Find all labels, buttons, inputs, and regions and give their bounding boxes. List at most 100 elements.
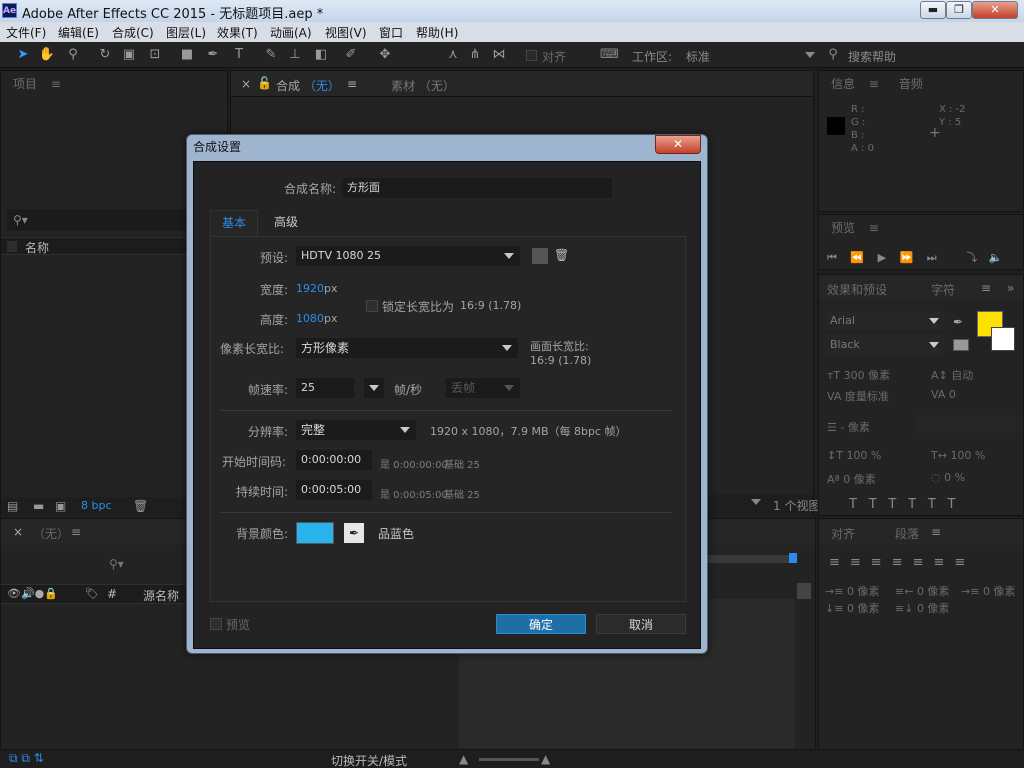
stroke-type-select[interactable] [915,415,1017,433]
new-comp-icon[interactable]: ▣ [55,499,66,513]
help-search-input[interactable]: 搜索帮助 [848,48,896,65]
brush-tool-icon[interactable]: ✎ [262,46,280,64]
text-style-buttons[interactable]: TTTTTT [849,497,968,512]
duration-input[interactable]: 0:00:05:00 [296,480,372,500]
font-style-select[interactable]: Black [825,335,945,355]
audio-tab[interactable]: 音频 [899,77,923,91]
timeline-menu-icon[interactable]: ≡ [71,525,81,539]
first-line-field[interactable]: →≡ 0 像素 [961,583,1015,599]
clone-stamp-tool-icon[interactable]: ⊥ [286,46,304,64]
preview-menu-icon[interactable]: ≡ [869,221,879,235]
ok-button[interactable]: 确定 [496,614,586,634]
selection-tool-icon[interactable]: ➤ [14,46,32,64]
footer-toggle-icons[interactable]: ⧉ ⧉ ⇅ [9,751,44,766]
play-icon[interactable]: ▶ [878,251,886,264]
workspace-select[interactable]: 标准 [686,48,710,65]
menu-effect[interactable]: 效果(T) [217,24,258,41]
zoom-tool-icon[interactable]: ⚲ [64,46,82,64]
swap-color-icon[interactable] [953,339,969,351]
source-name-header[interactable]: 源名称 [143,587,179,604]
bg-color-swatch[interactable] [296,522,334,544]
character-tab[interactable]: 字符 [931,281,955,298]
name-column-header[interactable]: 名称 [25,239,49,256]
resolution-select[interactable]: 完整 [296,420,416,440]
advanced-tab[interactable]: 高级 [260,210,312,236]
workspace-dropdown-icon[interactable] [805,52,815,58]
indent-right-field[interactable]: ≡← 0 像素 [895,583,949,599]
menu-edit[interactable]: 编辑(E) [58,24,99,41]
pen-tool-icon[interactable]: ✒ [204,46,222,64]
menu-help[interactable]: 帮助(H) [416,24,458,41]
timeline-close-icon[interactable]: × [13,525,23,539]
effects-presets-tab[interactable]: 效果和预设 [827,281,887,298]
last-frame-icon[interactable]: ⏭ [927,251,937,264]
comp-name-input[interactable]: 方形面 [342,178,612,198]
av-switches-icon[interactable]: 👁🔊●🔒 [7,587,58,600]
new-folder-icon[interactable]: ▬ [33,499,44,513]
menu-animation[interactable]: 动画(A) [270,24,312,41]
audio-icon[interactable]: 🔈 [989,251,1003,264]
puppet-pin-tool-icon[interactable]: ✥ [376,46,394,64]
axis-world-icon[interactable]: ⋔ [466,46,484,64]
justify-buttons[interactable]: ≡≡≡≡≡≡≡ [829,555,975,570]
close-window-button[interactable]: ✕ [972,1,1018,19]
footage-tab[interactable]: 素材 （无） [391,77,455,94]
leading-field[interactable]: A↕ 自动 [931,367,973,383]
comp-tab[interactable]: 合成 （无） [276,77,340,94]
font-size-field[interactable]: ᴛT 300 像素 [827,367,890,383]
maximize-button[interactable]: ❐ [946,1,972,19]
comp-close-icon[interactable]: × [241,77,251,91]
comp-lock-icon[interactable]: 🔓 [257,76,272,90]
loop-icon[interactable]: ⤵ [966,251,977,264]
prev-frame-icon[interactable]: ⏪ [850,251,864,264]
indent-left-field[interactable]: →≡ 0 像素 [825,583,879,599]
space-after-field[interactable]: ≡↓ 0 像素 [895,600,949,616]
timeline-scroll-arrow[interactable] [797,583,811,599]
height-value[interactable]: 1080 [296,312,324,325]
view-layout-select[interactable]: 1 个视图 [773,497,820,514]
eraser-tool-icon[interactable]: ◧ [312,46,330,64]
preset-select[interactable]: HDTV 1080 25 [296,246,520,266]
next-frame-icon[interactable]: ⏩ [900,251,914,264]
space-before-field[interactable]: ↓≡ 0 像素 [825,600,879,616]
dialog-close-button[interactable]: ✕ [655,135,701,154]
menu-composition[interactable]: 合成(C) [112,24,154,41]
menu-view[interactable]: 视图(V) [325,24,367,41]
more-panels-icon[interactable]: » [1007,281,1014,295]
zoom-in-icon[interactable]: ▲ [541,752,550,766]
fps-input[interactable]: 25 [296,378,354,398]
baseline-field[interactable]: Aª 0 像素 [827,471,876,487]
hand-tool-icon[interactable]: ✋ [38,46,56,64]
drop-frame-select[interactable]: 丢帧 [446,378,520,398]
vertical-scale-field[interactable]: ↕T 100 % [827,449,881,462]
stroke-color-swatch[interactable] [991,327,1015,351]
start-timecode-input[interactable]: 0:00:00:00 [296,450,372,470]
work-area-end-handle[interactable] [789,553,797,563]
label-tag-icon[interactable]: 🏷 [85,587,99,600]
pixel-aspect-select[interactable]: 方形像素 [296,338,518,358]
menu-window[interactable]: 窗口 [379,24,403,41]
type-tool-icon[interactable]: T [230,46,248,64]
menu-layer[interactable]: 图层(L) [166,24,206,41]
view-layout-dropdown-icon[interactable] [751,499,761,505]
panel-menu-icon[interactable]: ≡ [51,77,61,91]
paragraph-menu-icon[interactable]: ≡ [931,525,941,539]
paragraph-tab[interactable]: 段落 [895,525,919,542]
stroke-width-field[interactable]: ☰ - 像素 [827,419,870,435]
first-frame-icon[interactable]: ⏮ [827,251,837,264]
preview-checkbox[interactable] [210,618,222,630]
tsume-field[interactable]: ◌ 0 % [931,471,965,484]
number-column-header[interactable]: # [107,587,117,601]
character-menu-icon[interactable]: ≡ [981,281,991,295]
rotate-tool-icon[interactable]: ↻ [96,46,114,64]
save-preset-icon[interactable] [532,248,548,264]
toggle-switches-modes[interactable]: 切换开关/模式 [331,752,407,768]
info-tab[interactable]: 信息 [831,77,855,91]
eyedropper-button[interactable]: ✒ [344,523,364,543]
basic-tab[interactable]: 基本 [210,210,258,236]
font-family-select[interactable]: Arial [825,311,945,331]
timeline-search-icon[interactable]: ⚲▾ [109,557,124,571]
zoom-slider[interactable] [479,758,539,761]
tracking-field[interactable]: VA 0 [931,388,956,401]
width-value[interactable]: 1920 [296,282,324,295]
